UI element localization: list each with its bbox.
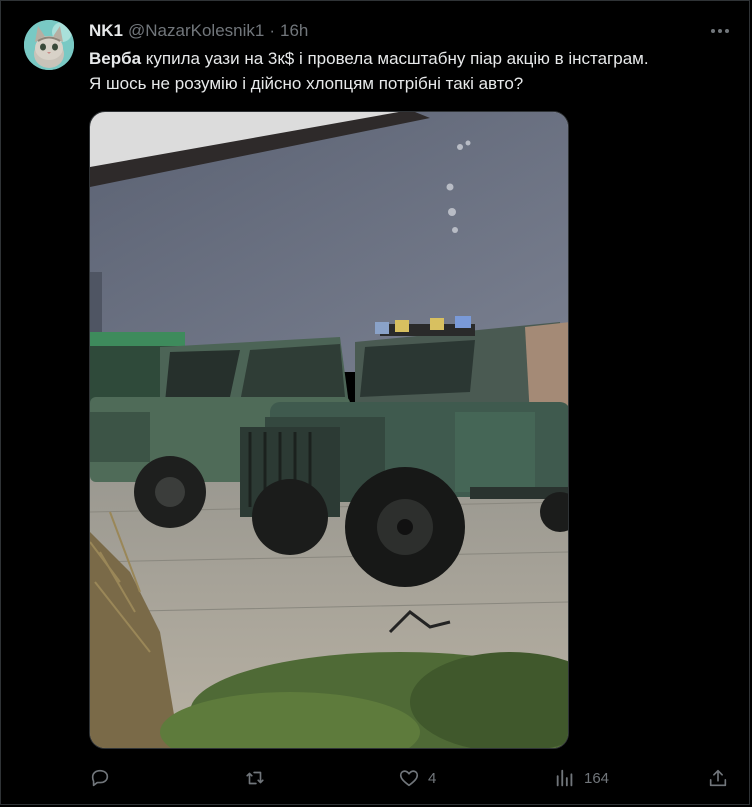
views-icon bbox=[556, 769, 573, 787]
views-count: 164 bbox=[584, 769, 610, 787]
tweet-card[interactable]: NK1 @NazarKolesnik1 · 16h Верба купила у… bbox=[0, 0, 750, 805]
like-button[interactable]: 4 bbox=[398, 765, 436, 791]
tweet-media-photo[interactable] bbox=[89, 111, 569, 749]
avatar-cat-image bbox=[24, 20, 74, 70]
tweet-header: NK1 @NazarKolesnik1 · 16h bbox=[89, 20, 308, 42]
timestamp[interactable]: 16h bbox=[280, 21, 308, 41]
reply-icon bbox=[91, 769, 109, 787]
tweet-actions: 4 164 bbox=[89, 765, 739, 791]
tweet-text-line1-rest: купила уази на 3к$ і провела масштабну п… bbox=[141, 49, 649, 68]
views-button[interactable]: 164 bbox=[554, 765, 609, 791]
photo-uaz-vehicles bbox=[90, 112, 568, 748]
like-count: 4 bbox=[428, 769, 437, 787]
header-separator: · bbox=[269, 21, 276, 40]
tweet-text-line2: Я шось не розумію і дійсно хлопцям потрі… bbox=[89, 74, 524, 93]
heart-icon bbox=[399, 770, 419, 787]
share-button[interactable] bbox=[707, 765, 729, 791]
reply-button[interactable] bbox=[89, 765, 119, 791]
share-icon bbox=[709, 769, 727, 787]
user-handle[interactable]: @NazarKolesnik1 bbox=[128, 21, 264, 41]
retweet-icon bbox=[246, 771, 264, 785]
retweet-button[interactable] bbox=[244, 765, 274, 791]
display-name[interactable]: NK1 bbox=[89, 21, 123, 41]
tweet-text-bold: Верба bbox=[89, 49, 142, 68]
tweet-text: Верба купила уази на 3к$ і провела масшт… bbox=[89, 46, 729, 96]
avatar[interactable] bbox=[24, 20, 74, 70]
more-options-icon[interactable] bbox=[709, 21, 731, 41]
tweet-text-line1: Верба купила уази на 3к$ і провела масшт… bbox=[89, 46, 729, 71]
